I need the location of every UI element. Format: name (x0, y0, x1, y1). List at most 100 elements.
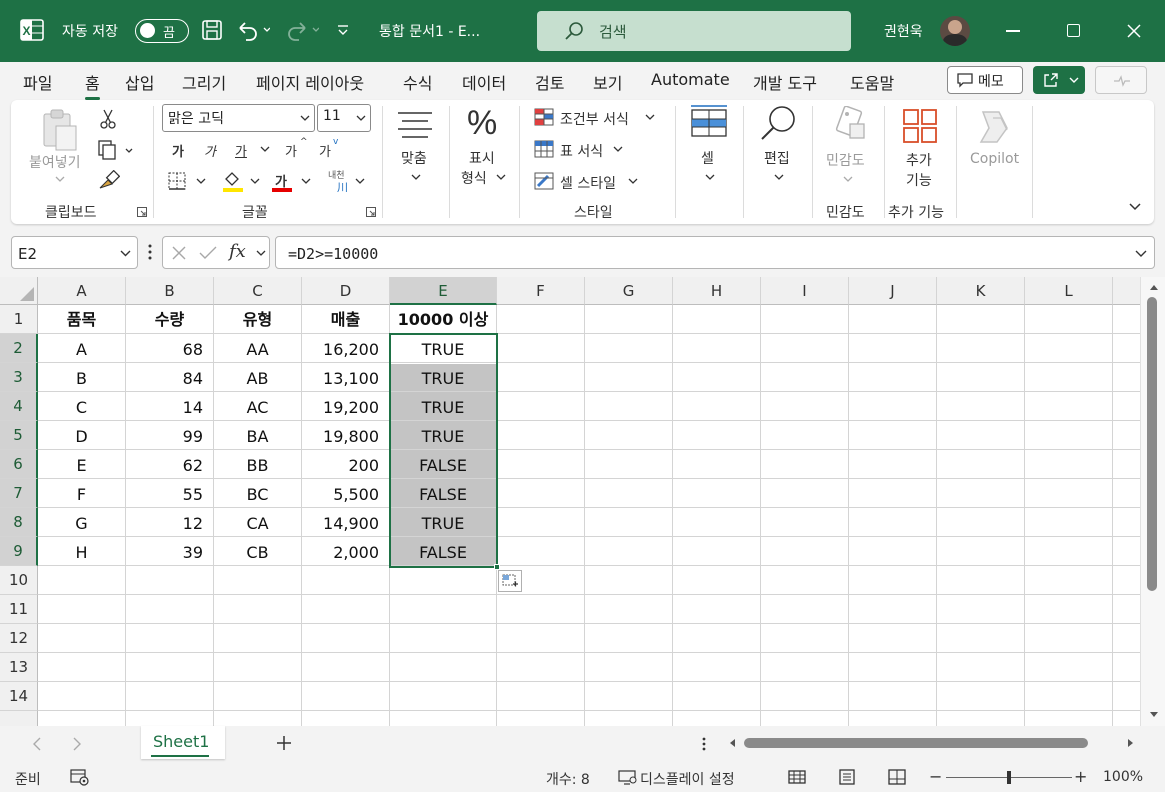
shrink-font-button[interactable]: 가 (319, 141, 331, 160)
underline-button[interactable]: 가 (235, 141, 247, 160)
avatar[interactable] (940, 16, 970, 46)
cell-c3[interactable]: AB (214, 364, 301, 393)
prev-sheet-icon[interactable] (32, 737, 42, 751)
column-header-a[interactable]: A (38, 277, 126, 305)
autosave-toggle[interactable]: 끔 (135, 19, 189, 43)
column-header-l[interactable]: L (1025, 277, 1113, 305)
cells-icon[interactable] (690, 104, 728, 138)
user-name[interactable]: 권현욱 (884, 21, 923, 41)
column-header-k[interactable]: K (937, 277, 1025, 305)
add-ins-icon[interactable] (902, 108, 938, 144)
name-box[interactable]: E2 (11, 236, 138, 269)
column-header-d[interactable]: D (302, 277, 390, 305)
cell-a2[interactable]: A (38, 335, 125, 364)
share-button[interactable] (1033, 66, 1085, 94)
row-header-10[interactable]: 10 (0, 566, 38, 595)
cell-c5[interactable]: BA (214, 422, 301, 451)
cells-label[interactable]: 셀 (701, 148, 714, 168)
cell-a7[interactable]: F (38, 480, 125, 509)
add-ins-label[interactable]: 추가 (906, 150, 932, 170)
font-size-combo[interactable]: 11 (317, 104, 371, 132)
ribbon-collapse-icon[interactable] (1129, 203, 1141, 211)
cell-c6[interactable]: BB (214, 451, 301, 480)
cell-d7[interactable]: 5,500 (302, 480, 389, 509)
cell-b1[interactable]: 수량 (126, 305, 213, 334)
row-header-8[interactable]: 8 (0, 508, 38, 537)
zoom-out-icon[interactable]: − (929, 767, 942, 786)
font-name-combo[interactable]: 맑은 고딕 (162, 104, 315, 132)
conditional-formatting-icon[interactable] (534, 108, 554, 126)
close-icon[interactable] (1126, 23, 1142, 39)
customize-toolbar-icon[interactable] (336, 24, 350, 36)
chevron-down-icon[interactable] (628, 178, 638, 185)
borders-icon[interactable] (167, 171, 187, 191)
tab-data[interactable]: 데이터 (462, 70, 506, 94)
chevron-down-icon[interactable] (705, 174, 715, 181)
add-sheet-icon[interactable] (276, 735, 292, 751)
italic-button[interactable]: 가 (204, 141, 216, 160)
cell-d3[interactable]: 13,100 (302, 364, 389, 393)
format-as-table-button[interactable]: 표 서식 (560, 141, 603, 161)
cell-d1[interactable]: 매출 (302, 305, 389, 334)
cell-b3[interactable]: 84 (126, 364, 213, 393)
chevron-down-icon[interactable] (256, 250, 266, 257)
row-header-15[interactable] (0, 711, 38, 726)
scroll-right-icon[interactable] (1127, 738, 1135, 748)
fill-color-icon[interactable] (222, 169, 244, 193)
tab-file[interactable]: 파일 (23, 70, 52, 94)
tab-view[interactable]: 보기 (593, 70, 622, 94)
memo-button[interactable]: 메모 (947, 66, 1023, 94)
copilot-icon[interactable] (973, 108, 1017, 146)
zoom-in-icon[interactable]: + (1074, 767, 1087, 786)
cell-a8[interactable]: G (38, 509, 125, 538)
sensitivity-icon[interactable] (834, 106, 866, 142)
column-header-m[interactable] (1113, 277, 1140, 305)
column-header-e[interactable]: E (390, 277, 497, 305)
scroll-down-icon[interactable] (1149, 711, 1159, 719)
formula-input[interactable]: =D2>=10000 (275, 236, 1155, 269)
column-header-j[interactable]: J (849, 277, 937, 305)
bold-button[interactable]: 가 (172, 141, 184, 160)
cell-d8[interactable]: 14,900 (302, 509, 389, 538)
maximize-icon[interactable] (1067, 24, 1080, 37)
display-settings-icon[interactable] (618, 770, 638, 786)
redo-icon[interactable] (285, 19, 319, 41)
cell-d4[interactable]: 19,200 (302, 393, 389, 422)
cell-b2[interactable]: 68 (126, 335, 213, 364)
alignment-icon[interactable] (397, 110, 433, 140)
row-header-2[interactable]: 2 (0, 334, 38, 363)
cell-a5[interactable]: D (38, 422, 125, 451)
editing-label[interactable]: 편집 (764, 148, 790, 168)
minimize-icon[interactable] (1006, 30, 1020, 32)
copy-icon[interactable] (98, 140, 134, 160)
number-format-label-2[interactable]: 형식 (461, 168, 487, 188)
display-settings-label[interactable]: 디스플레이 설정 (640, 769, 735, 789)
next-sheet-icon[interactable] (72, 737, 82, 751)
row-header-3[interactable]: 3 (0, 363, 38, 392)
cell-styles-icon[interactable] (534, 172, 554, 190)
undo-icon[interactable] (236, 19, 270, 41)
select-all-corner[interactable] (0, 277, 38, 305)
horizontal-scrollbar[interactable] (722, 732, 1142, 754)
page-layout-view-icon[interactable] (838, 769, 856, 785)
row-header-13[interactable]: 13 (0, 653, 38, 682)
row-header-9[interactable]: 9 (0, 537, 38, 566)
row-header-5[interactable]: 5 (0, 421, 38, 450)
tab-options-icon[interactable] (702, 737, 706, 751)
chevron-down-icon[interactable] (250, 178, 260, 185)
cell-c8[interactable]: CA (214, 509, 301, 538)
chevron-down-icon[interactable] (355, 178, 365, 185)
horizontal-scroll-thumb[interactable] (744, 738, 1088, 748)
enter-icon[interactable] (199, 246, 217, 260)
tab-review[interactable]: 검토 (535, 70, 564, 94)
tab-insert[interactable]: 삽입 (125, 70, 154, 94)
row-header-7[interactable]: 7 (0, 479, 38, 508)
cell-b4[interactable]: 14 (126, 393, 213, 422)
chevron-down-icon[interactable] (645, 114, 655, 121)
clipboard-launcher-icon[interactable] (137, 207, 147, 217)
cell-c9[interactable]: CB (214, 538, 301, 567)
paste-label[interactable]: 붙여넣기 (29, 152, 81, 172)
vertical-scrollbar[interactable] (1140, 277, 1165, 726)
chevron-down-icon[interactable] (301, 178, 311, 185)
save-icon[interactable] (201, 19, 223, 41)
